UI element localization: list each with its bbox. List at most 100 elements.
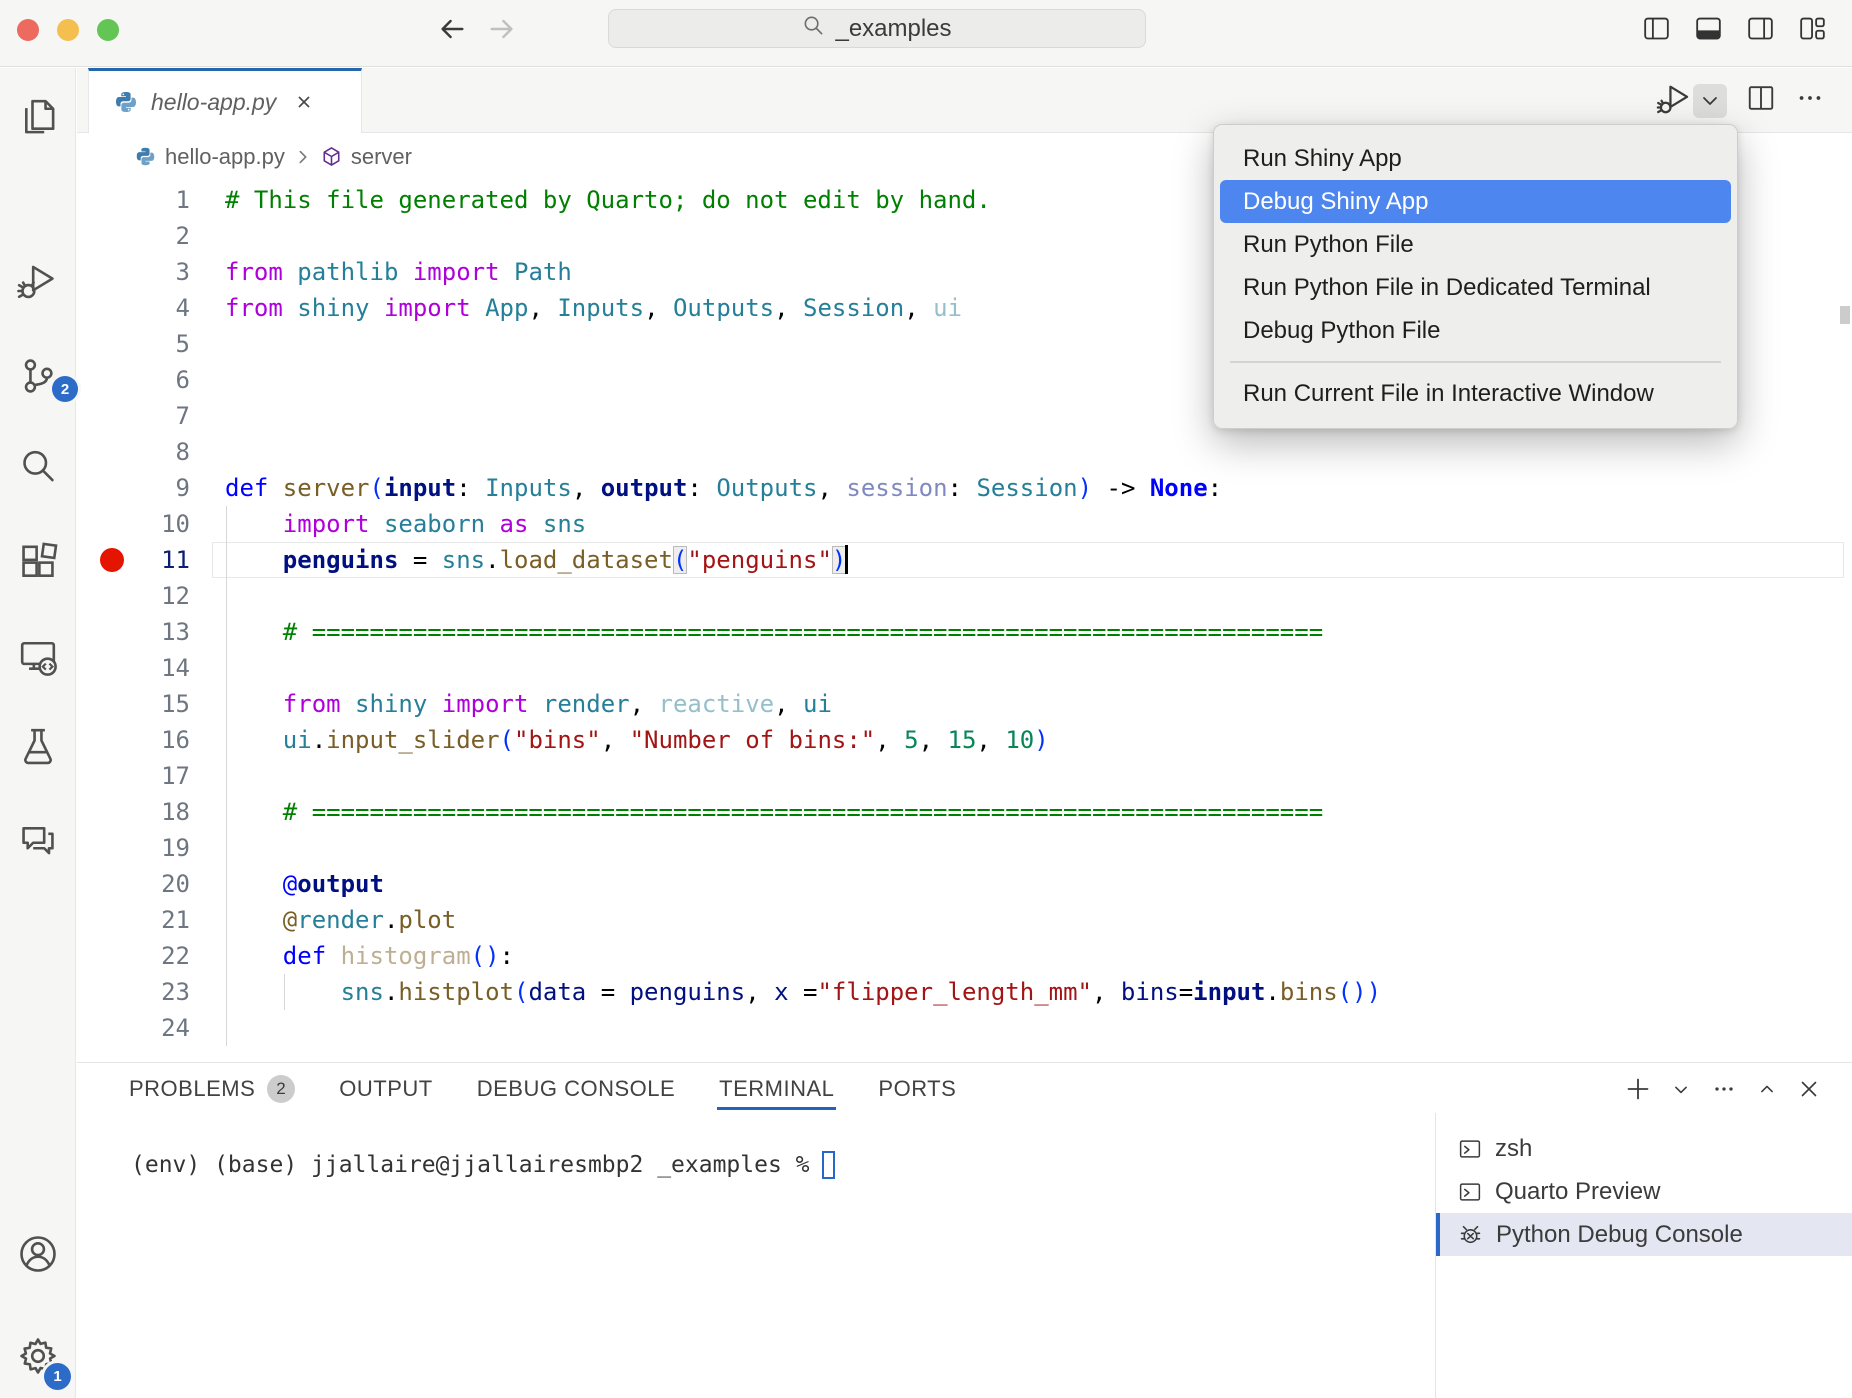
line-number: 21 <box>161 906 190 934</box>
files-icon <box>16 95 60 139</box>
debug-console-icon <box>1458 1222 1483 1247</box>
more-actions-icon[interactable] <box>1795 83 1825 118</box>
maximize-panel-icon[interactable] <box>1755 1077 1779 1101</box>
code-line[interactable]: 15 from shiny import render, reactive, u… <box>0 686 1852 722</box>
comments-icon <box>16 818 60 862</box>
code-line[interactable]: 17 <box>0 758 1852 794</box>
line-number: 9 <box>176 474 190 502</box>
code-line[interactable]: 11 penguins = sns.load_dataset("penguins… <box>0 542 1852 578</box>
breadcrumb-file[interactable]: hello-app.py <box>165 144 285 170</box>
menu-item[interactable]: Run Shiny App <box>1220 137 1731 180</box>
sidebar-item-explorer[interactable] <box>16 95 60 139</box>
run-or-debug-button[interactable] <box>1655 79 1693 122</box>
line-number: 8 <box>176 438 190 466</box>
panel-tab-label: PROBLEMS <box>129 1076 255 1102</box>
customize-layout-icon[interactable] <box>1798 14 1827 43</box>
close-window-button[interactable] <box>17 19 39 41</box>
context-menu: Run Shiny AppDebug Shiny AppRun Python F… <box>1213 124 1738 429</box>
menu-item[interactable]: Run Python File in Dedicated Terminal <box>1220 266 1731 309</box>
sidebar-item-source-control[interactable]: 2 <box>16 354 60 398</box>
panel-tab-label: OUTPUT <box>339 1076 432 1102</box>
terminal-list-item[interactable]: Quarto Preview <box>1436 1170 1852 1213</box>
close-tab-icon[interactable] <box>294 92 314 112</box>
terminal-list-item[interactable]: Python Debug Console <box>1436 1213 1852 1256</box>
indent-guide <box>226 578 227 614</box>
line-number: 15 <box>161 690 190 718</box>
breakpoint-dot[interactable] <box>100 548 124 572</box>
sidebar-item-extensions[interactable] <box>16 542 60 586</box>
panel-tab-label: PORTS <box>878 1076 956 1102</box>
split-editor-icon[interactable] <box>1746 83 1776 118</box>
python-file-icon <box>114 90 138 114</box>
python-file-icon-small <box>135 146 156 167</box>
indent-guide <box>226 650 227 686</box>
panel-tab-label: DEBUG CONSOLE <box>477 1076 675 1102</box>
code-line[interactable]: 21 @render.plot <box>0 902 1852 938</box>
line-number: 10 <box>161 510 190 538</box>
code-text: ui.input_slider("bins", "Number of bins:… <box>225 722 1049 758</box>
terminal-profile-dropdown-icon[interactable] <box>1669 1077 1693 1101</box>
sidebar-item-comments[interactable] <box>16 818 60 862</box>
menu-item[interactable]: Debug Python File <box>1220 309 1731 352</box>
terminal-icon <box>1458 1137 1482 1161</box>
source-control-badge: 2 <box>52 376 78 402</box>
command-center-search[interactable]: _examples <box>608 9 1146 48</box>
code-line[interactable]: 12 <box>0 578 1852 614</box>
code-line[interactable]: 8 <box>0 434 1852 470</box>
code-line[interactable]: 20 @output <box>0 866 1852 902</box>
line-number: 20 <box>161 870 190 898</box>
toggle-primary-sidebar-icon[interactable] <box>1642 14 1671 43</box>
panel-actions <box>1624 1075 1822 1103</box>
panel-tab[interactable]: PORTS <box>878 1063 956 1115</box>
settings-badge: 1 <box>44 1363 71 1390</box>
problems-badge: 2 <box>267 1075 295 1103</box>
code-line[interactable]: 24 <box>0 1010 1852 1046</box>
panel-more-actions-icon[interactable] <box>1710 1075 1738 1103</box>
terminal-prompt-line[interactable]: (env) (base) jjallaire@jjallairesmbp2 _e… <box>131 1149 835 1181</box>
code-line[interactable]: 14 <box>0 650 1852 686</box>
line-number: 6 <box>176 366 190 394</box>
code-line[interactable]: 10 import seaborn as sns <box>0 506 1852 542</box>
panel-tab[interactable]: TERMINAL <box>719 1063 834 1115</box>
panel-tab[interactable]: OUTPUT <box>339 1063 432 1115</box>
panel-tab[interactable]: DEBUG CONSOLE <box>477 1063 675 1115</box>
code-line[interactable]: 19 <box>0 830 1852 866</box>
beaker-icon <box>16 724 60 768</box>
indent-guide <box>226 830 227 866</box>
toggle-secondary-sidebar-icon[interactable] <box>1746 14 1775 43</box>
code-text: # ======================================… <box>225 614 1323 650</box>
run-options-dropdown-button[interactable] <box>1693 84 1727 118</box>
sidebar-item-testing[interactable] <box>16 724 60 768</box>
sidebar-item-search[interactable] <box>16 445 60 489</box>
terminal-list-item[interactable]: zsh <box>1436 1127 1852 1170</box>
sidebar-item-run-and-debug[interactable] <box>16 258 60 302</box>
menu-item[interactable]: Run Python File <box>1220 223 1731 266</box>
sidebar-item-remote-explorer[interactable] <box>16 635 60 679</box>
accounts-button[interactable] <box>16 1232 60 1276</box>
panel-tab[interactable]: PROBLEMS 2 <box>129 1063 295 1115</box>
menu-item[interactable]: Debug Shiny App <box>1220 180 1731 223</box>
code-line[interactable]: 23 sns.histplot(data = penguins, x ="fli… <box>0 974 1852 1010</box>
line-number: 11 <box>161 546 190 574</box>
terminal-list-label: Python Debug Console <box>1496 1221 1743 1249</box>
search-icon <box>802 14 825 44</box>
code-line[interactable]: 18 # ===================================… <box>0 794 1852 830</box>
close-panel-icon[interactable] <box>1796 1076 1822 1102</box>
minimize-window-button[interactable] <box>57 19 79 41</box>
code-line[interactable]: 9def server(input: Inputs, output: Outpu… <box>0 470 1852 506</box>
code-text: @render.plot <box>225 902 456 938</box>
code-line[interactable]: 13 # ===================================… <box>0 614 1852 650</box>
zoom-window-button[interactable] <box>97 19 119 41</box>
new-terminal-icon[interactable] <box>1624 1075 1652 1103</box>
breadcrumb-symbol[interactable]: server <box>351 144 412 170</box>
code-line[interactable]: 22 def histogram(): <box>0 938 1852 974</box>
forward-button[interactable] <box>487 14 517 44</box>
back-button[interactable] <box>437 14 467 44</box>
settings-button[interactable]: 1 <box>16 1334 60 1378</box>
line-number: 14 <box>161 654 190 682</box>
code-line[interactable]: 16 ui.input_slider("bins", "Number of bi… <box>0 722 1852 758</box>
menu-item[interactable]: Run Current File in Interactive Window <box>1220 372 1731 415</box>
line-number: 24 <box>161 1014 190 1042</box>
editor-tab-hello-app[interactable]: hello-app.py <box>88 68 362 133</box>
toggle-panel-icon[interactable] <box>1694 14 1723 43</box>
